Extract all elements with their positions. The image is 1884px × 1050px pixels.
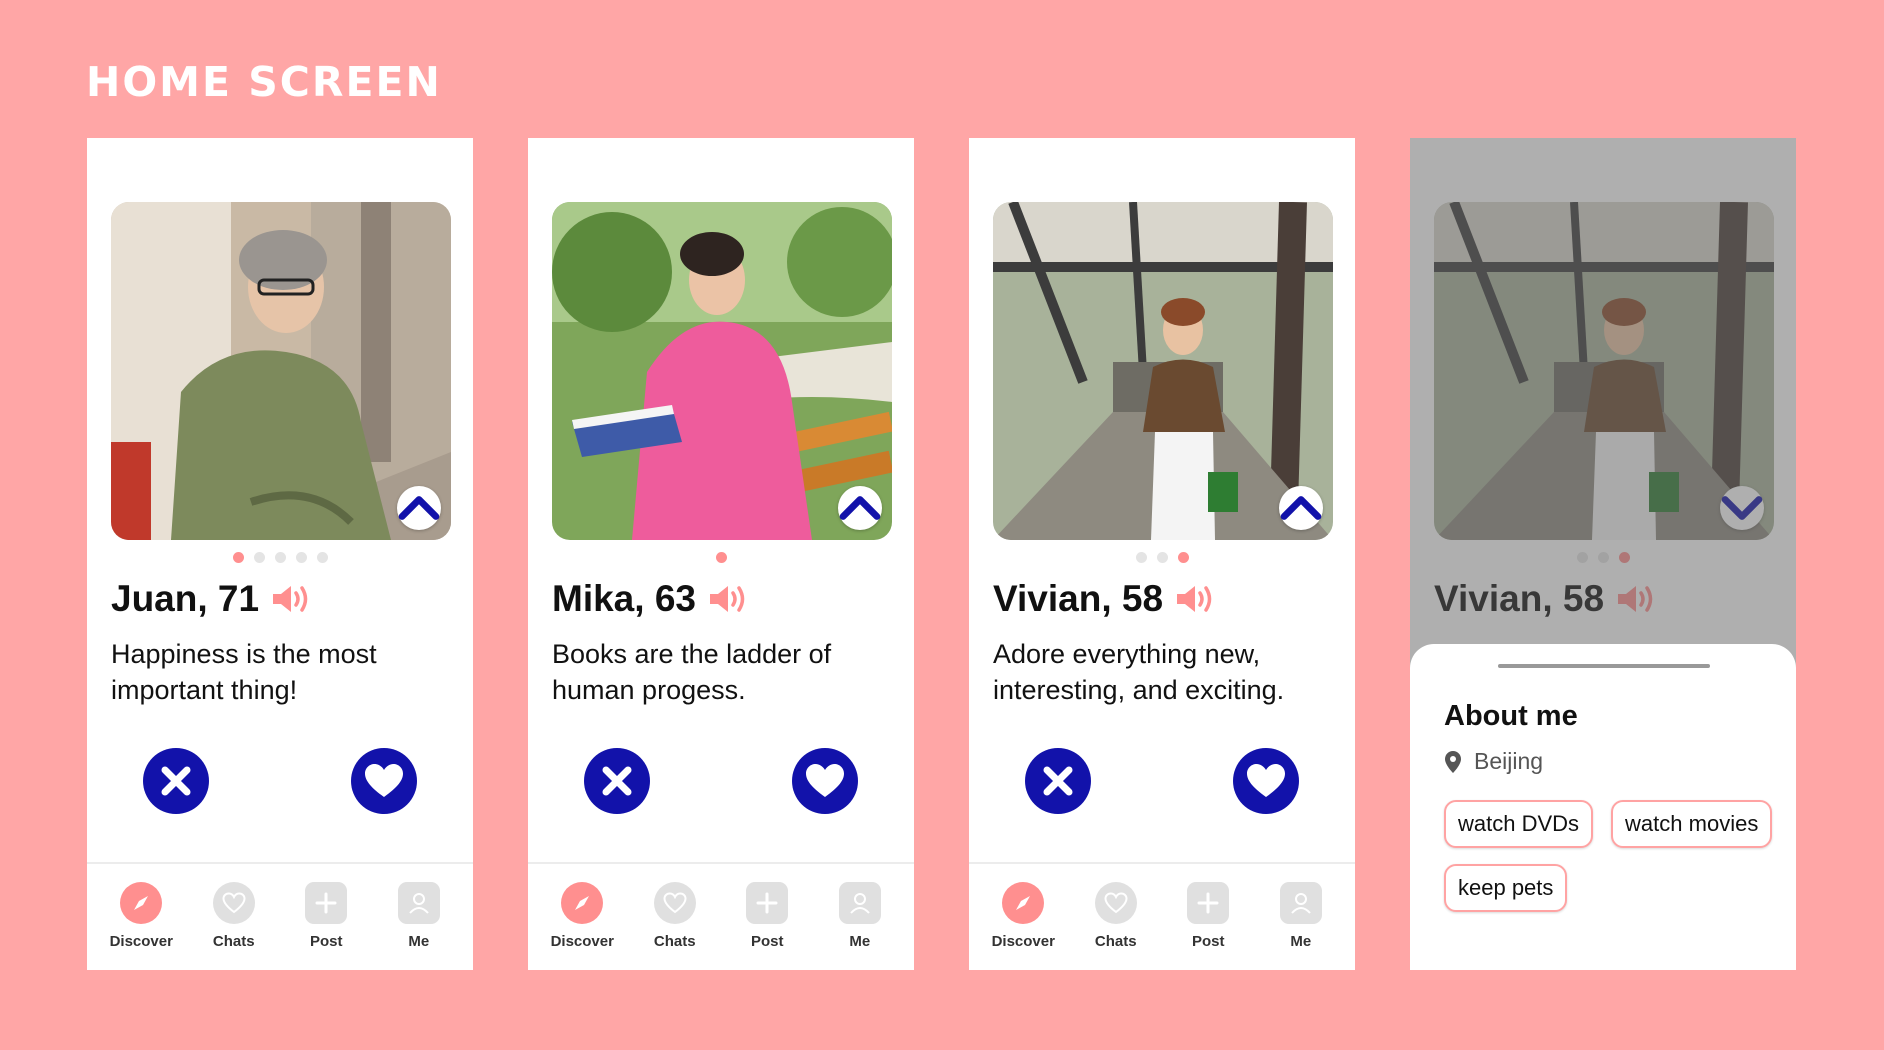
- tab-label: Post: [309, 933, 343, 950]
- heart-icon: [1247, 764, 1285, 797]
- location-text: Beijing: [1474, 748, 1544, 774]
- close-icon: [1043, 766, 1073, 796]
- interest-tags: watch DVDs watch movies keep pets: [1444, 800, 1784, 912]
- phone-screen-vivian: Vivian, 58 Adore everything new, interes…: [969, 138, 1355, 970]
- about-me-title: About me: [1444, 700, 1578, 732]
- pager-dot[interactable]: [232, 552, 244, 563]
- heart-outline-icon: [212, 882, 255, 924]
- chevron-up-icon: [839, 496, 881, 520]
- tab-chats[interactable]: Chats: [635, 864, 715, 970]
- pager-dot[interactable]: [1177, 552, 1189, 563]
- heart-outline-icon: [1094, 882, 1137, 924]
- pager-dot[interactable]: [274, 552, 286, 563]
- dislike-button[interactable]: [1025, 748, 1091, 814]
- plus-icon: [746, 882, 789, 924]
- compass-icon: [120, 882, 163, 924]
- user-icon: [1279, 882, 1322, 924]
- like-button[interactable]: [792, 748, 858, 814]
- tab-post[interactable]: Post: [727, 864, 807, 970]
- tab-me[interactable]: Me: [379, 864, 459, 970]
- speaker-icon[interactable]: [708, 582, 750, 616]
- tab-label: Me: [1290, 933, 1312, 950]
- about-me-sheet: About me Beijing watch DVDs watch movies…: [1410, 644, 1796, 970]
- chevron-up-icon: [398, 496, 440, 520]
- tab-post[interactable]: Post: [286, 864, 366, 970]
- user-icon: [397, 882, 440, 924]
- dislike-button[interactable]: [584, 748, 650, 814]
- tab-label: Post: [1191, 933, 1225, 950]
- close-icon: [602, 766, 632, 796]
- profile-photo[interactable]: [993, 202, 1333, 540]
- heart-icon: [365, 764, 403, 797]
- heart-icon: [806, 764, 844, 797]
- profile-header: Mika, 63: [552, 578, 750, 620]
- profile-header: Vivian, 58: [993, 578, 1217, 620]
- plus-icon: [1187, 882, 1230, 924]
- user-icon: [838, 882, 881, 924]
- phone-screen-mika: Mika, 63 Books are the ladder of human p…: [528, 138, 914, 970]
- pager-dot[interactable]: [1135, 552, 1147, 563]
- pager-dot[interactable]: [715, 552, 727, 563]
- expand-profile-button[interactable]: [397, 486, 441, 530]
- profile-photo[interactable]: [111, 202, 451, 540]
- tab-label: Chats: [653, 933, 696, 950]
- tab-label: Chats: [1094, 933, 1137, 950]
- pager-dot[interactable]: [316, 552, 328, 563]
- like-button[interactable]: [351, 748, 417, 814]
- phone-screen-juan: Juan, 71 Happiness is the most important…: [87, 138, 473, 970]
- interest-tag[interactable]: watch DVDs: [1444, 800, 1594, 848]
- compass-icon: [1002, 882, 1045, 924]
- tab-label: Discover: [109, 933, 173, 950]
- tab-chats[interactable]: Chats: [1076, 864, 1156, 970]
- close-icon: [161, 766, 191, 796]
- tab-label: Me: [849, 933, 871, 950]
- profile-bio: Happiness is the most important thing!: [111, 639, 377, 705]
- like-button[interactable]: [1233, 748, 1299, 814]
- tab-discover[interactable]: Discover: [542, 864, 622, 970]
- tab-discover[interactable]: Discover: [101, 864, 181, 970]
- photo-pager-dots: [87, 552, 473, 563]
- tab-me[interactable]: Me: [820, 864, 900, 970]
- profile-name: Juan, 71: [111, 578, 260, 619]
- pager-dot[interactable]: [1156, 552, 1168, 563]
- location-pin-icon: [1445, 750, 1461, 773]
- bottom-tab-bar: Discover Chats Post Me: [87, 862, 473, 970]
- profile-bio: Books are the ladder of human progess.: [552, 639, 832, 705]
- speaker-icon[interactable]: [271, 582, 313, 616]
- tab-label: Chats: [212, 933, 255, 950]
- plus-icon: [305, 882, 348, 924]
- bottom-tab-bar: Discover Chats Post Me: [969, 862, 1355, 970]
- pager-dot[interactable]: [295, 552, 307, 563]
- speaker-icon[interactable]: [1175, 582, 1217, 616]
- interest-tag[interactable]: watch movies: [1611, 800, 1773, 848]
- photo-pager-dots: [969, 552, 1355, 563]
- heart-outline-icon: [653, 882, 696, 924]
- compass-icon: [561, 882, 604, 924]
- tab-post[interactable]: Post: [1168, 864, 1248, 970]
- expand-profile-button[interactable]: [1279, 486, 1323, 530]
- tab-label: Post: [750, 933, 784, 950]
- tab-label: Me: [408, 933, 430, 950]
- sheet-drag-handle[interactable]: [1498, 664, 1710, 668]
- location-row: Beijing: [1444, 748, 1543, 775]
- photo-pager-dots: [528, 552, 914, 563]
- bottom-tab-bar: Discover Chats Post Me: [528, 862, 914, 970]
- expand-profile-button[interactable]: [838, 486, 882, 530]
- tab-discover[interactable]: Discover: [983, 864, 1063, 970]
- pager-dot[interactable]: [253, 552, 265, 563]
- interest-tag[interactable]: keep pets: [1444, 864, 1568, 912]
- phone-screen-vivian-about: Vivian, 58 About me Beijing watch DVDs w…: [1410, 138, 1796, 970]
- profile-bio: Adore everything new, interesting, and e…: [993, 639, 1285, 705]
- tab-me[interactable]: Me: [1261, 864, 1341, 970]
- chevron-up-icon: [1280, 496, 1322, 520]
- tab-label: Discover: [991, 933, 1055, 950]
- tab-label: Discover: [550, 933, 614, 950]
- profile-photo[interactable]: [552, 202, 892, 540]
- profile-name: Mika, 63: [552, 578, 696, 619]
- dislike-button[interactable]: [143, 748, 209, 814]
- profile-header: Juan, 71: [111, 578, 313, 620]
- tab-chats[interactable]: Chats: [194, 864, 274, 970]
- page-title: HOME SCREEN: [86, 58, 442, 106]
- profile-name: Vivian, 58: [993, 578, 1164, 619]
